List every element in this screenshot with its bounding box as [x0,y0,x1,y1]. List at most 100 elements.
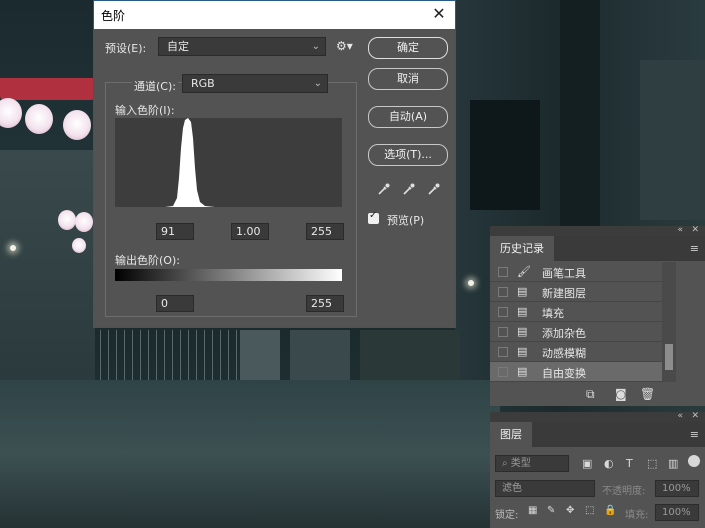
history-step-icon: ▤ [517,345,528,358]
filter-type-value: 类型 [510,458,531,469]
levels-dialog: 色阶 ✕ 预设(E): 自定 ⌄ ⚙▾ 通道(C): RGB ⌄ 输入色阶(I)… [93,0,456,328]
preset-value: 自定 [167,40,189,53]
cancel-button[interactable]: 取消 [368,68,448,90]
chevron-down-icon: ⌄ [313,78,322,89]
wall-panel [640,60,705,220]
history-item-label: 动感模糊 [542,347,586,360]
history-step-icon: ▤ [517,325,528,338]
input-black-field[interactable]: 91 [156,223,194,240]
history-step-icon: ▤ [517,285,528,298]
fill-label: 填充: [625,510,649,521]
history-checkbox[interactable] [498,367,508,377]
dialog-titlebar[interactable]: 色阶 ✕ [94,1,455,29]
history-checkbox[interactable] [498,347,508,357]
lantern [25,104,53,134]
input-white-field[interactable]: 255 [306,223,344,240]
tab-history[interactable]: 历史记录 [490,236,554,261]
panel-menu-icon[interactable]: ≡ [690,242,699,255]
shape-filter-icon[interactable]: ⬚ [647,457,657,470]
black-eyedropper-icon[interactable] [377,182,391,196]
preview-checkbox[interactable] [368,210,379,224]
history-item[interactable]: ▤ 动感模糊 [490,342,662,362]
lantern [0,98,22,128]
history-checkbox[interactable] [498,307,508,317]
history-checkbox[interactable] [498,287,508,297]
street-light [468,280,474,286]
image-filter-icon[interactable]: ▣ [582,457,592,470]
histogram-graph [165,118,215,207]
history-panel: « ✕ 历史记录 ≡ 🖌 画笔工具 ▤ 新建图层 ▤ 填充 ▤ 添加杂色 ▤ 动… [490,225,705,406]
close-icon[interactable]: ✕ [691,411,699,421]
blend-mode-dropdown[interactable]: 滤色 [495,480,595,497]
preview-label: 预览(P) [387,214,425,227]
panel-header-strip: « ✕ [490,411,705,422]
lock-transparent-icon[interactable]: ▦ [528,505,537,516]
opacity-field[interactable]: 100% [655,480,699,497]
history-checkbox[interactable] [498,267,508,277]
close-icon[interactable]: ✕ [431,6,447,22]
scrollbar-thumb[interactable] [665,344,673,370]
new-document-from-state-icon[interactable]: ⧉ [586,387,595,402]
options-button[interactable]: 选项(T)... [368,144,448,166]
history-item-selected[interactable]: ▤ 自由变换 [490,362,662,382]
history-item[interactable]: ▤ 添加杂色 [490,322,662,342]
window [470,100,540,210]
input-gamma-field[interactable]: 1.00 [231,223,269,240]
history-item[interactable]: 🖌 画笔工具 [490,262,662,282]
dialog-title: 色阶 [101,8,126,23]
history-item[interactable]: ▤ 填充 [490,302,662,322]
history-item-label: 添加杂色 [542,327,586,340]
history-step-icon: ▤ [517,365,528,378]
input-levels-label: 输入色阶(I): [115,104,175,117]
layers-panel: « ✕ 图层 ≡ ⌕ 类型 ▣ ◐ T ⬚ ▥ 滤色 不透明度: 100% 锁定… [490,411,705,528]
lock-all-icon[interactable]: 🔒 [604,505,616,516]
street-light [10,245,16,251]
channel-label: 通道(C): [132,78,178,94]
smart-object-filter-icon[interactable]: ▥ [668,457,678,470]
layer-filter-dropdown[interactable]: ⌕ 类型 [495,455,569,472]
gear-icon[interactable]: ⚙▾ [336,39,353,53]
filter-toggle-icon[interactable] [688,455,700,467]
text-filter-icon[interactable]: T [626,457,633,470]
street [0,380,500,528]
channel-dropdown[interactable]: RGB ⌄ [182,74,328,93]
lock-position-icon[interactable]: ✥ [566,505,574,516]
camera-icon[interactable]: ◙ [615,387,627,401]
blend-mode-value: 滤色 [502,483,522,494]
channel-value: RGB [191,77,215,90]
adjustment-filter-icon[interactable]: ◐ [604,457,614,470]
panel-menu-icon[interactable]: ≡ [690,428,699,441]
chevron-down-icon: ⌄ [311,41,320,52]
trash-icon[interactable]: 🗑 [640,387,655,401]
output-white-field[interactable]: 255 [306,295,344,312]
left-building [0,150,95,390]
lantern [58,210,76,230]
output-levels-label: 输出色阶(O): [115,254,180,267]
close-icon[interactable]: ✕ [691,225,699,235]
ok-button[interactable]: 确定 [368,37,448,59]
output-gradient [115,269,342,281]
tab-layers[interactable]: 图层 [490,422,532,447]
lock-artboard-icon[interactable]: ⬚ [585,505,594,516]
lantern [72,238,86,253]
history-checkbox[interactable] [498,327,508,337]
opacity-label: 不透明度: [602,486,646,497]
white-eyedropper-icon[interactable] [427,182,441,196]
lantern [75,212,93,232]
collapse-icon[interactable]: « [677,225,683,235]
history-tabrow: 历史记录 ≡ [490,236,705,261]
panel-header-strip: « ✕ [490,225,705,236]
collapse-icon[interactable]: « [677,411,683,421]
preset-dropdown[interactable]: 自定 ⌄ [158,37,326,56]
history-item-label: 填充 [542,307,564,320]
history-item[interactable]: ▤ 新建图层 [490,282,662,302]
gray-eyedropper-icon[interactable] [402,182,416,196]
histogram [115,118,342,207]
history-scrollbar[interactable] [662,262,676,382]
output-black-field[interactable]: 0 [156,295,194,312]
history-item-label: 新建图层 [542,287,586,300]
fill-field[interactable]: 100% [655,504,699,521]
lock-pixels-icon[interactable]: ✎ [547,505,555,516]
history-item-label: 自由变换 [542,367,586,380]
auto-button[interactable]: 自动(A) [368,106,448,128]
